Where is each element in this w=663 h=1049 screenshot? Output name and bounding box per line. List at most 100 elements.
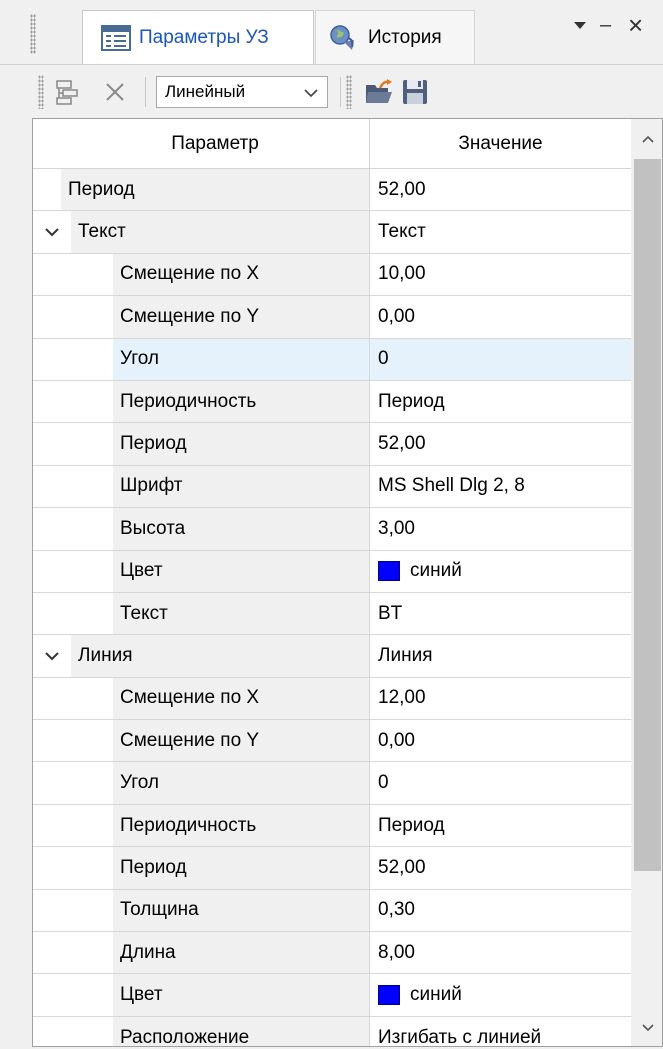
property-name-cell[interactable]: Смещение по X bbox=[33, 253, 370, 297]
vertical-scrollbar[interactable] bbox=[631, 119, 662, 1046]
property-value-cell[interactable]: Период bbox=[370, 805, 631, 848]
property-row[interactable]: Периодичность Период bbox=[33, 380, 631, 424]
column-header-value[interactable]: Значение bbox=[370, 119, 631, 169]
property-name-label: Толщина bbox=[113, 889, 369, 932]
property-name-label: Угол bbox=[113, 762, 369, 804]
property-name-label: Период bbox=[113, 423, 369, 465]
property-name-label: Периодичность bbox=[113, 804, 369, 847]
property-row[interactable]: Цвет синий bbox=[33, 974, 631, 1017]
toolbar-grip[interactable] bbox=[38, 75, 44, 109]
property-row[interactable]: Длина 8,00 bbox=[33, 932, 631, 975]
property-name-cell[interactable]: Шрифт bbox=[33, 465, 370, 509]
property-name-cell[interactable]: Периодичность bbox=[33, 380, 370, 424]
property-name-cell[interactable]: Смещение по X bbox=[33, 677, 370, 721]
property-row[interactable]: Расположение Изгибать с линией bbox=[33, 1016, 631, 1047]
property-name-cell[interactable]: Длина bbox=[33, 932, 370, 975]
property-name-cell[interactable]: Толщина bbox=[33, 889, 370, 933]
property-row[interactable]: Высота 3,00 bbox=[33, 508, 631, 551]
scroll-up-button[interactable] bbox=[631, 119, 662, 159]
delete-button[interactable] bbox=[98, 75, 132, 109]
property-row[interactable]: Толщина 0,30 bbox=[33, 889, 631, 933]
property-row[interactable]: Смещение по X 10,00 bbox=[33, 253, 631, 297]
dropdown-triangle-icon bbox=[574, 22, 586, 29]
close-button[interactable]: × bbox=[628, 10, 643, 41]
property-value-cell[interactable]: 0,00 bbox=[370, 720, 631, 763]
property-row[interactable]: Период 52,00 bbox=[33, 423, 631, 466]
property-row[interactable]: Шрифт MS Shell Dlg 2, 8 bbox=[33, 465, 631, 509]
mode-combobox[interactable]: Линейный bbox=[156, 76, 328, 108]
toolbar-grip[interactable] bbox=[346, 75, 352, 109]
property-name-label: Периодичность bbox=[113, 380, 369, 423]
save-button[interactable] bbox=[398, 75, 432, 109]
color-swatch bbox=[378, 561, 400, 582]
indent-gutter bbox=[33, 338, 113, 380]
property-group-row[interactable]: Текст Текст bbox=[33, 211, 631, 254]
property-value-cell[interactable]: Изгибать с линией bbox=[370, 1017, 631, 1047]
property-value-cell[interactable]: 0 bbox=[370, 338, 631, 381]
panel-menu-button[interactable] bbox=[572, 14, 588, 40]
property-row[interactable]: Период 52,00 bbox=[33, 847, 631, 890]
property-value-cell[interactable]: 10,00 bbox=[370, 254, 631, 297]
property-name-cell[interactable]: Высота bbox=[33, 508, 370, 551]
tab-history[interactable]: История bbox=[315, 10, 475, 64]
property-value-cell[interactable]: MS Shell Dlg 2, 8 bbox=[370, 466, 631, 509]
property-value-cell[interactable]: Период bbox=[370, 381, 631, 424]
property-name-cell[interactable]: Смещение по Y bbox=[33, 296, 370, 339]
panel-tab-bar: Параметры УЗ История – × bbox=[0, 0, 663, 64]
property-name-cell[interactable]: Расположение bbox=[33, 1016, 370, 1046]
grid-rows: Период 52,00 Текст Текст Смещение по X 10,00 С… bbox=[33, 169, 631, 1047]
property-value-cell[interactable]: 3,00 bbox=[370, 508, 631, 551]
property-row[interactable]: Смещение по Y 0,00 bbox=[33, 720, 631, 763]
property-value-cell[interactable]: 52,00 bbox=[370, 423, 631, 466]
property-name-cell[interactable]: Цвет bbox=[33, 550, 370, 593]
property-row[interactable]: Смещение по X 12,00 bbox=[33, 677, 631, 721]
property-name-cell[interactable]: Цвет bbox=[33, 974, 370, 1017]
column-header-param[interactable]: Параметр bbox=[33, 119, 370, 169]
expand-toggle[interactable] bbox=[33, 635, 71, 677]
property-name-cell[interactable]: Угол bbox=[33, 762, 370, 805]
property-value-cell[interactable]: 52,00 bbox=[370, 847, 631, 890]
property-value-cell[interactable]: Текст bbox=[370, 211, 631, 254]
property-row[interactable]: Периодичность Период bbox=[33, 804, 631, 848]
scroll-down-button[interactable] bbox=[631, 1008, 662, 1046]
property-value-cell[interactable]: 8,00 bbox=[370, 932, 631, 975]
property-value-text: 3,00 bbox=[378, 517, 415, 539]
expand-toggle[interactable] bbox=[33, 211, 71, 253]
property-value-text: Изгибать с линией bbox=[378, 1026, 542, 1047]
scrollbar-thumb[interactable] bbox=[634, 159, 661, 871]
property-value-cell[interactable]: Линия bbox=[370, 635, 631, 678]
minimize-button[interactable]: – bbox=[600, 14, 611, 37]
property-name-label: Цвет bbox=[113, 974, 369, 1016]
property-name-cell[interactable]: Периодичность bbox=[33, 804, 370, 848]
property-row[interactable]: Цвет синий bbox=[33, 550, 631, 593]
property-row[interactable]: Угол 0 bbox=[33, 762, 631, 805]
tab-params[interactable]: Параметры УЗ bbox=[82, 10, 314, 64]
property-value-cell[interactable]: 0,00 bbox=[370, 296, 631, 339]
property-name-cell[interactable]: Смещение по Y bbox=[33, 720, 370, 763]
property-name-label: Угол bbox=[113, 338, 369, 380]
property-name-cell[interactable]: Линия bbox=[33, 635, 370, 678]
property-row[interactable]: Текст BT bbox=[33, 592, 631, 636]
property-value-cell[interactable]: 0,30 bbox=[370, 890, 631, 933]
property-value-cell[interactable]: синий bbox=[370, 551, 631, 593]
property-value-cell[interactable]: 0 bbox=[370, 762, 631, 805]
property-name-cell[interactable]: Угол bbox=[33, 338, 370, 381]
property-name-cell[interactable]: Период bbox=[33, 847, 370, 890]
property-row[interactable]: Смещение по Y 0,00 bbox=[33, 296, 631, 339]
property-name-cell[interactable]: Период bbox=[33, 423, 370, 466]
panel-drag-grip[interactable] bbox=[30, 14, 36, 54]
toolbar-separator bbox=[340, 77, 341, 107]
property-row[interactable]: Угол 0 bbox=[33, 338, 631, 381]
property-name-cell[interactable]: Период bbox=[33, 169, 370, 212]
property-name-cell[interactable]: Текст bbox=[33, 592, 370, 636]
property-value-cell[interactable]: 12,00 bbox=[370, 678, 631, 721]
property-group-row[interactable]: Период 52,00 bbox=[33, 169, 631, 212]
property-value-cell[interactable]: синий bbox=[370, 974, 631, 1017]
property-value-cell[interactable]: BT bbox=[370, 593, 631, 636]
chevron-down-icon bbox=[45, 228, 59, 237]
open-button[interactable] bbox=[362, 75, 396, 109]
property-group-row[interactable]: Линия Линия bbox=[33, 635, 631, 678]
property-value-cell[interactable]: 52,00 bbox=[370, 169, 631, 212]
property-name-cell[interactable]: Текст bbox=[33, 211, 370, 254]
add-node-button[interactable] bbox=[50, 75, 84, 109]
